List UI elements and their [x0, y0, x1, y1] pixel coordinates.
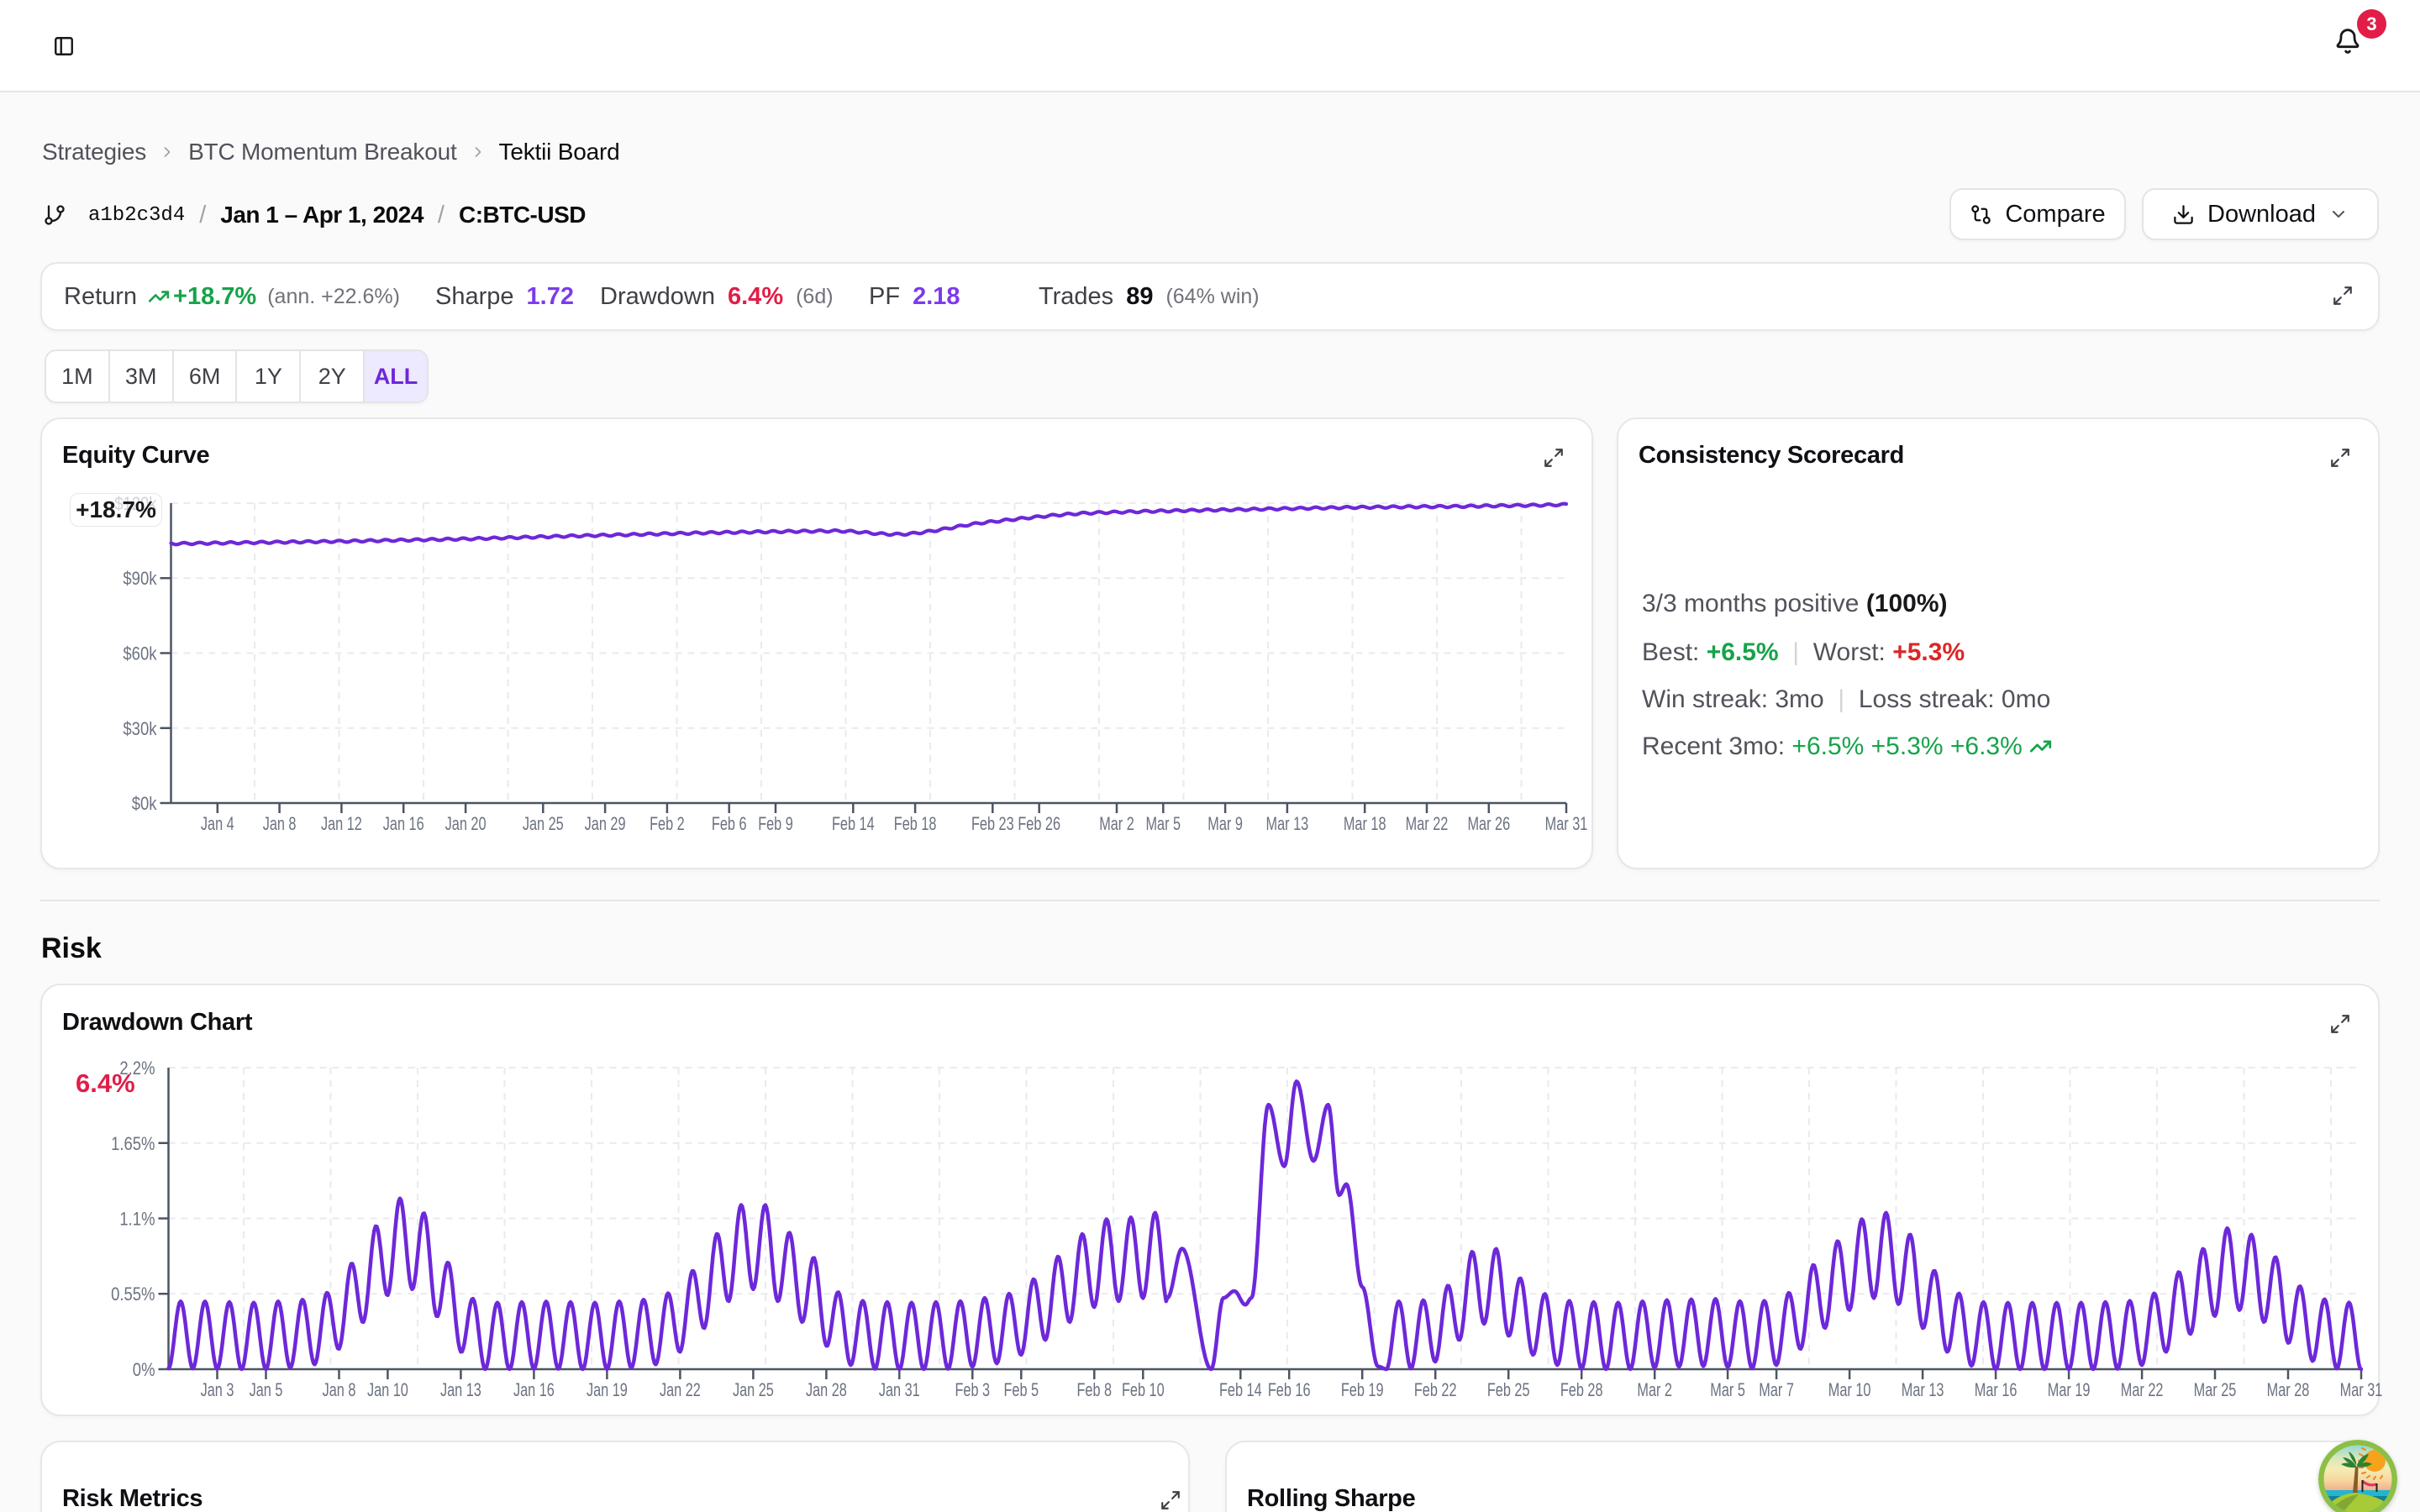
svg-text:Mar 7: Mar 7 [1759, 1379, 1794, 1400]
svg-text:Feb 26: Feb 26 [1018, 813, 1060, 834]
svg-text:Mar 28: Mar 28 [2267, 1379, 2310, 1400]
svg-text:Jan 10: Jan 10 [367, 1379, 408, 1400]
svg-text:Mar 22: Mar 22 [2121, 1379, 2164, 1400]
svg-text:Mar 13: Mar 13 [1266, 813, 1309, 834]
svg-text:Mar 9: Mar 9 [1207, 813, 1243, 834]
svg-text:Feb 16: Feb 16 [1268, 1379, 1311, 1400]
svg-text:Jan 13: Jan 13 [440, 1379, 481, 1400]
svg-text:$60k: $60k [123, 643, 157, 664]
svg-text:Mar 31: Mar 31 [2340, 1379, 2383, 1400]
svg-text:Feb 3: Feb 3 [955, 1379, 991, 1400]
svg-text:Jan 3: Jan 3 [201, 1379, 234, 1400]
svg-text:$90k: $90k [123, 568, 157, 589]
svg-text:Jan 31: Jan 31 [879, 1379, 920, 1400]
svg-text:Feb 22: Feb 22 [1414, 1379, 1457, 1400]
svg-text:Jan 25: Jan 25 [733, 1379, 774, 1400]
svg-text:Jan 5: Jan 5 [250, 1379, 283, 1400]
svg-text:Jan 12: Jan 12 [321, 813, 362, 834]
svg-text:0.55%: 0.55% [111, 1284, 155, 1305]
svg-text:Feb 14: Feb 14 [832, 813, 875, 834]
svg-text:Feb 25: Feb 25 [1487, 1379, 1530, 1400]
svg-text:Jan 20: Jan 20 [445, 813, 487, 834]
svg-text:Feb 23: Feb 23 [971, 813, 1014, 834]
svg-text:Feb 5: Feb 5 [1004, 1379, 1039, 1400]
svg-text:Feb 6: Feb 6 [712, 813, 747, 834]
svg-text:Mar 25: Mar 25 [2194, 1379, 2237, 1400]
svg-text:Mar 16: Mar 16 [1975, 1379, 2018, 1400]
svg-text:Feb 18: Feb 18 [894, 813, 937, 834]
svg-text:Jan 29: Jan 29 [585, 813, 626, 834]
svg-text:Feb 9: Feb 9 [758, 813, 793, 834]
svg-text:Mar 13: Mar 13 [1902, 1379, 1944, 1400]
svg-text:Jan 16: Jan 16 [513, 1379, 555, 1400]
svg-text:Mar 5: Mar 5 [1146, 813, 1181, 834]
svg-text:Mar 18: Mar 18 [1344, 813, 1386, 834]
svg-text:1.1%: 1.1% [119, 1209, 155, 1230]
svg-text:Mar 2: Mar 2 [1637, 1379, 1672, 1400]
svg-text:Mar 19: Mar 19 [2048, 1379, 2091, 1400]
svg-text:0%: 0% [133, 1359, 155, 1380]
svg-text:Mar 2: Mar 2 [1099, 813, 1134, 834]
svg-text:Mar 10: Mar 10 [1828, 1379, 1871, 1400]
svg-text:$30k: $30k [123, 718, 157, 739]
svg-text:$0k: $0k [132, 793, 158, 814]
svg-text:Feb 10: Feb 10 [1122, 1379, 1165, 1400]
svg-text:Mar 22: Mar 22 [1406, 813, 1449, 834]
svg-text:1.65%: 1.65% [111, 1133, 155, 1154]
svg-text:Mar 31: Mar 31 [1545, 813, 1588, 834]
svg-text:Jan 22: Jan 22 [660, 1379, 701, 1400]
svg-text:Mar 26: Mar 26 [1467, 813, 1510, 834]
svg-text:Jan 16: Jan 16 [383, 813, 424, 834]
svg-text:Jan 8: Jan 8 [263, 813, 297, 834]
svg-text:Jan 4: Jan 4 [201, 813, 234, 834]
svg-text:Feb 19: Feb 19 [1341, 1379, 1384, 1400]
svg-text:Feb 8: Feb 8 [1077, 1379, 1113, 1400]
svg-text:Jan 19: Jan 19 [587, 1379, 628, 1400]
svg-text:Feb 28: Feb 28 [1560, 1379, 1603, 1400]
svg-text:Feb 2: Feb 2 [650, 813, 685, 834]
svg-text:Mar 5: Mar 5 [1710, 1379, 1745, 1400]
svg-text:Feb 14: Feb 14 [1219, 1379, 1262, 1400]
svg-text:Jan 8: Jan 8 [323, 1379, 356, 1400]
svg-text:Jan 25: Jan 25 [523, 813, 564, 834]
svg-text:Jan 28: Jan 28 [806, 1379, 847, 1400]
